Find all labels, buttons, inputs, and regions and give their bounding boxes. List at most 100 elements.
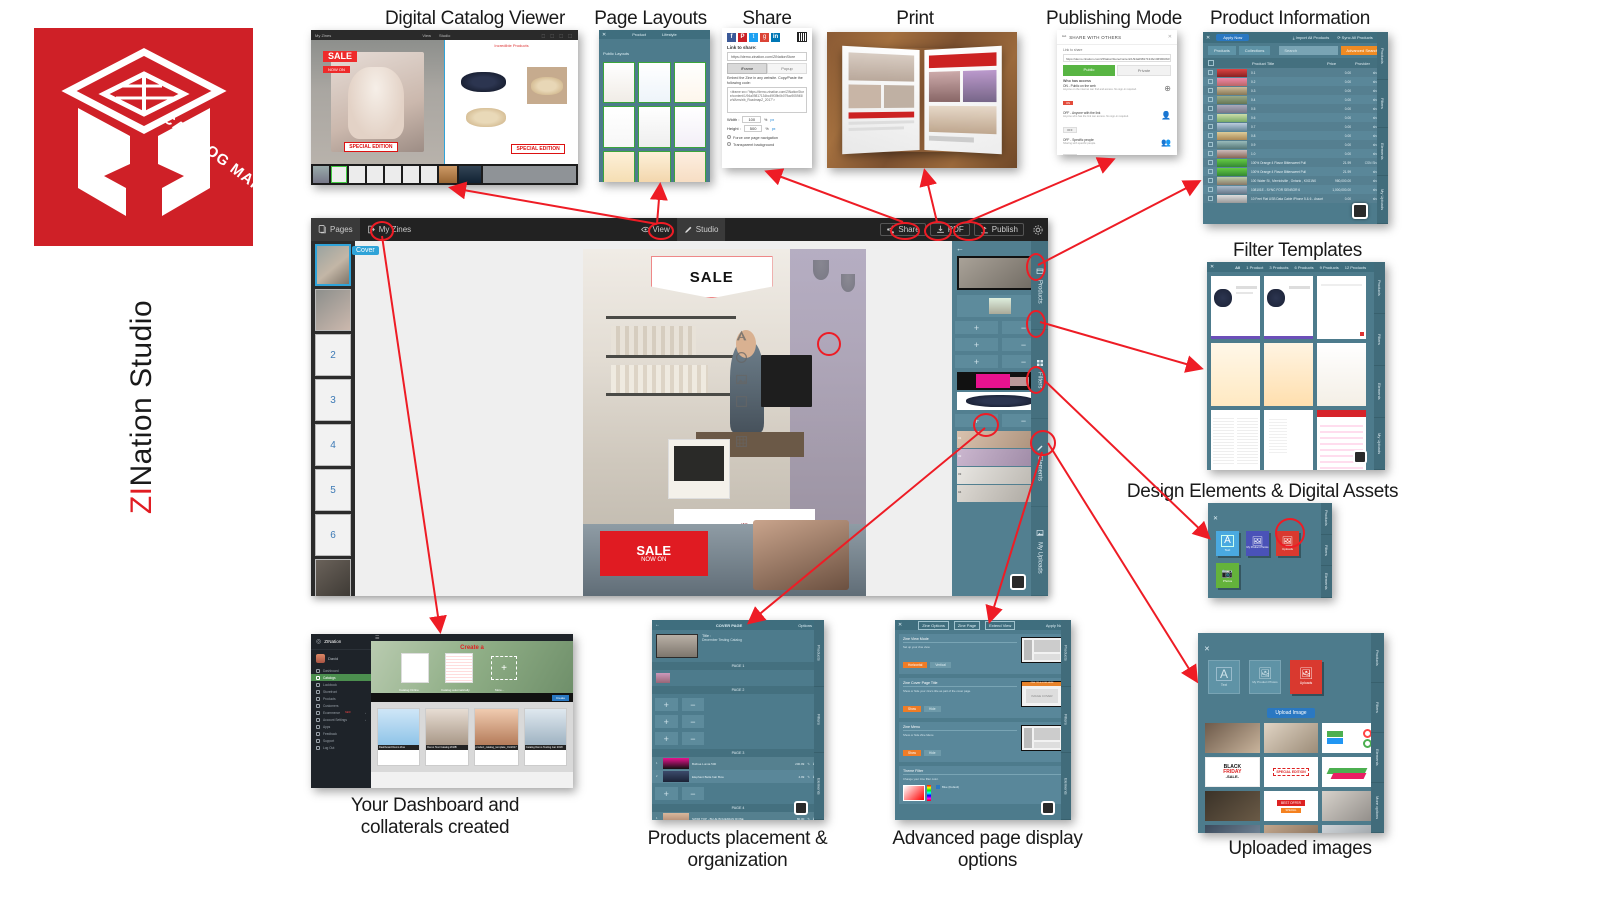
row-checkbox[interactable] xyxy=(1208,97,1213,102)
template-thumb[interactable] xyxy=(1264,276,1313,339)
filter-templates-screenshot[interactable]: ✕ All 1 Product 3 Products 6 Products 9 … xyxy=(1207,262,1385,470)
layout-thumb[interactable] xyxy=(673,150,706,182)
upload-thumb[interactable] xyxy=(1322,791,1377,821)
layout-thumb[interactable] xyxy=(603,150,636,182)
uploaded-images-screenshot[interactable]: ✕ A Text 🖼 My Product Photos 🖼 Uploads U… xyxy=(1198,633,1384,833)
upload-thumb[interactable] xyxy=(1205,791,1260,821)
dash-hero-card[interactable] xyxy=(445,653,473,683)
pages-thumbnail-rail[interactable]: 2 3 4 5 6 ✕ xyxy=(311,241,355,596)
sidebar-item-feedback[interactable]: Feedback xyxy=(311,730,371,737)
option-button-show[interactable]: Show xyxy=(903,706,921,712)
dash-hamburger-bar[interactable]: ☰ xyxy=(371,634,573,641)
sidebar-item-support[interactable]: Support xyxy=(311,737,371,744)
option-section[interactable]: Zine View Mode Set up your zine view. Hori… xyxy=(899,634,1067,674)
pinterest-icon[interactable]: P xyxy=(738,32,747,42)
pi-filterbar[interactable]: Products Collections Search Advanced Sea… xyxy=(1203,43,1388,58)
radio-icon[interactable] xyxy=(727,135,731,140)
upload-tab-text[interactable]: A Text xyxy=(1208,660,1240,694)
template-thumb[interactable] xyxy=(1264,409,1313,470)
table-row[interactable]: 0.90.00shopify xyxy=(1203,140,1388,149)
upload-tab-uploads[interactable]: 🖼 Uploads xyxy=(1290,660,1322,694)
option-button-show[interactable]: Show xyxy=(903,750,921,756)
device-preview-icon[interactable] xyxy=(794,801,808,815)
tab-popup[interactable]: Popup xyxy=(767,63,807,74)
side-tab-elements[interactable]: Elements xyxy=(814,753,824,820)
print-screenshot[interactable] xyxy=(827,32,1017,168)
option-section[interactable]: Theme Filter Change your zine filter colo… xyxy=(899,766,1067,804)
close-icon[interactable]: ✕ xyxy=(1210,264,1214,270)
upload-thumb[interactable] xyxy=(1205,723,1260,753)
table-row[interactable]: 108101E - SYNC FOR SENSOR 61,000,000.00s… xyxy=(1203,185,1388,194)
access-toggle[interactable]: OFF xyxy=(1063,127,1077,133)
pp-page1-thumb[interactable] xyxy=(656,673,670,683)
template-thumb[interactable] xyxy=(1317,342,1366,406)
row-checkbox[interactable] xyxy=(1208,79,1213,84)
ft-tab-6[interactable]: 6 Products xyxy=(1294,265,1313,270)
row-checkbox[interactable] xyxy=(1208,70,1213,75)
editor-side-tabs[interactable]: Products Filters Elements My Uploads xyxy=(1031,241,1048,596)
tab-private[interactable]: Private xyxy=(1117,65,1171,76)
pp-side-rail[interactable]: Products Filters Elements xyxy=(814,620,824,820)
pp-title-row[interactable]: Title : December Testing Catalog xyxy=(652,630,824,662)
row-edit-icon[interactable]: ✎ xyxy=(807,762,810,766)
hamburger-icon[interactable]: ☰ xyxy=(375,635,379,641)
upload-thumb-special-edition[interactable]: SPECIAL EDITION xyxy=(1263,757,1319,787)
add-slot-button[interactable]: + xyxy=(655,787,678,800)
row-checkbox[interactable] xyxy=(1208,151,1213,156)
close-icon[interactable]: ✕ xyxy=(1204,646,1210,653)
current-page-spread[interactable]: SALE SALE NOW ON xyxy=(583,249,866,596)
table-row[interactable]: 0.50.00shopify xyxy=(1203,104,1388,113)
close-icon[interactable]: ✕ xyxy=(602,32,606,38)
row-checkbox[interactable] xyxy=(1208,133,1213,138)
table-row[interactable]: 0.10.00shopify xyxy=(1203,68,1388,77)
dash-hero-card[interactable] xyxy=(401,653,429,683)
width-unit-percent[interactable]: % xyxy=(764,118,767,122)
products-placement-screenshot[interactable]: ← COVER PAGE Options ▾ Title : December … xyxy=(652,620,824,820)
height-unit-px[interactable]: px xyxy=(772,127,776,131)
ft-side-rail[interactable]: Products Filters Elements My Uploads xyxy=(1374,262,1385,470)
access-row[interactable]: OFF - Specific people Sharing with speci… xyxy=(1057,137,1177,155)
search-input[interactable]: Search xyxy=(1279,46,1339,55)
sidebar-item-storefront[interactable]: Storefront xyxy=(311,688,371,695)
template-thumb[interactable] xyxy=(1317,276,1366,339)
side-tab-filters[interactable]: Filters xyxy=(814,687,824,754)
page-thumb[interactable] xyxy=(315,289,351,331)
side-tab-filters[interactable]: Filters xyxy=(1377,80,1388,128)
pp-page3-rows[interactable]: 1Bolboa Lumia 500200.99✎ℹ⋯2Elephant Bell… xyxy=(652,757,824,783)
upload-thumb[interactable] xyxy=(1263,723,1319,753)
tab-lifestyle[interactable]: Lifestyle xyxy=(662,32,677,37)
share-social-row[interactable]: f P t g in xyxy=(722,28,812,45)
table-row[interactable]: 1.00.00shopify xyxy=(1203,149,1388,158)
zination-studio-editor[interactable]: Pages My Zines View Studio Share PDF Pub… xyxy=(311,218,1048,596)
qr-code-icon[interactable] xyxy=(797,32,807,42)
ui-upload-row[interactable]: Upload Image xyxy=(1198,701,1384,719)
upload-tab-my-product-photos[interactable]: 🖼 My Product Photos xyxy=(1249,660,1281,694)
tab-products[interactable]: Products xyxy=(1208,46,1236,55)
table-row[interactable]: 100 Water St , Merrickville , Ontario , … xyxy=(1203,176,1388,185)
share-embed-code[interactable]: <iframe src="https://demo.zination.com/Z… xyxy=(727,87,807,114)
access-row[interactable]: OFF - Anyone with the link Anyone who ha… xyxy=(1057,110,1177,137)
ui-side-rail[interactable]: Products Filters Elements More options xyxy=(1371,633,1384,833)
ao-sections[interactable]: Zine View Mode Set up your zine view. Hori… xyxy=(895,634,1071,804)
dash-user[interactable]: David xyxy=(311,650,371,667)
height-unit-percent[interactable]: % xyxy=(765,127,768,131)
row-checkbox[interactable] xyxy=(1208,178,1213,183)
share-width-row[interactable]: Width : 100 % px xyxy=(722,115,812,124)
tab-public[interactable]: Public xyxy=(1063,65,1115,76)
tab-product[interactable]: Product xyxy=(632,32,646,37)
layout-thumb[interactable] xyxy=(673,62,706,104)
option-button-vertical[interactable]: Vertical xyxy=(930,662,951,668)
side-tab-elements[interactable]: Elements xyxy=(1377,128,1388,176)
side-tab-filters[interactable]: Filters xyxy=(1374,314,1385,366)
upload-thumb[interactable] xyxy=(1322,723,1377,753)
remove-slot-button[interactable]: − xyxy=(681,787,705,800)
upload-thumb[interactable] xyxy=(1205,825,1260,833)
side-tab-filters[interactable]: Filters xyxy=(1061,687,1071,754)
row-checkbox[interactable] xyxy=(1208,196,1213,201)
side-tab-products[interactable]: Products xyxy=(1371,633,1384,683)
viewer-filmstrip[interactable] xyxy=(311,164,578,185)
pi-side-rail[interactable]: Products Filters Elements My Uploads xyxy=(1377,32,1388,224)
remove-slot-button[interactable]: − xyxy=(681,715,705,728)
tab-iframe[interactable]: iFrame xyxy=(727,63,767,74)
share-link-input[interactable]: https://demo.zination.com/ZINationStore xyxy=(727,52,807,61)
